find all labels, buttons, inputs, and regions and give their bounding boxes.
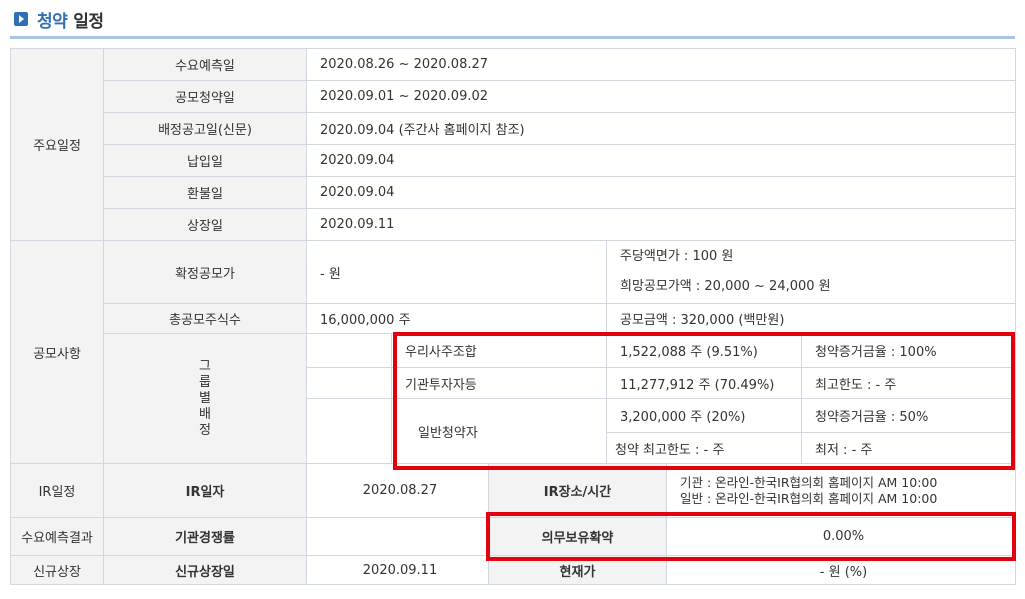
lockup-label: 의무보유확약 — [488, 517, 667, 556]
schedule-row: 배정공고일(신문) 2020.09.04 (주간사 홈페이지 참조) — [11, 112, 1016, 145]
current-price-label: 현재가 — [488, 555, 667, 585]
group-spacer — [306, 398, 392, 464]
group-name: 기관투자자등 — [391, 367, 607, 399]
group-note: 최고한도 : - 주 — [801, 367, 1016, 399]
retail-max: 청약 최고한도 : - 주 — [606, 432, 802, 464]
listing-row: 신규상장 신규상장일 2020.09.11 현재가 - 원 (%) — [10, 555, 1016, 585]
schedule-row: 납입일 2020.09.04 — [11, 144, 1016, 177]
page-title: 청약 일정 — [37, 11, 104, 32]
total-shares-value: 16,000,000 주 — [306, 303, 607, 334]
group-spacer — [306, 333, 392, 368]
listing-section-label: 신규상장 — [10, 555, 104, 585]
competition-label: 기관경쟁률 — [103, 517, 307, 556]
total-shares-label: 총공모주식수 — [103, 303, 307, 334]
competition-value — [306, 517, 489, 556]
schedule-value: 2020.08.26 ~ 2020.08.27 — [306, 48, 1016, 81]
par-value: 주당액면가 : 100 원 — [620, 249, 734, 264]
group-shares: 1,522,088 주 (9.51%) — [606, 333, 802, 368]
offering-price-row: 공모사항 확정공모가 - 원 주당액면가 : 100 원 희망공모가액 : 20… — [10, 240, 1016, 464]
schedule-label: 환불일 — [103, 176, 307, 209]
schedule-label: 상장일 — [103, 208, 307, 241]
total-shares-row: 총공모주식수 16,000,000 주 공모금액 : 320,000 (백만원) — [11, 303, 1016, 334]
section-header: 청약 일정 — [14, 8, 104, 32]
retail-min: 최저 : - 주 — [801, 432, 1016, 464]
desired-price: 희망공모가액 : 20,000 ~ 24,000 원 — [620, 279, 831, 294]
ir-place-line: 일반 : 온라인-한국IR협의회 홈페이지 AM 10:00 — [680, 490, 938, 506]
group-row: 그룹별배정 우리사주조합 1,522,088 주 (9.51%) 청약증거금율 … — [11, 333, 1016, 464]
schedule-row: 공모청약일 2020.09.01 ~ 2020.09.02 — [11, 80, 1016, 113]
schedule-value: 2020.09.04 — [306, 144, 1016, 177]
ir-date-label: IR일자 — [103, 463, 307, 518]
listing-date-label: 신규상장일 — [103, 555, 307, 585]
offering-section-label: 공모사항 — [10, 240, 104, 464]
lockup-value: 0.00% — [666, 517, 1016, 556]
schedule-value: 2020.09.04 — [306, 176, 1016, 209]
schedule-row: 환불일 2020.09.04 — [11, 176, 1016, 209]
ir-place-label: IR장소/시간 — [488, 463, 667, 518]
group-name: 우리사주조합 — [391, 333, 607, 368]
ir-row: IR일정 IR일자 2020.08.27 IR장소/시간 기관 : 온라인-한국… — [10, 463, 1016, 518]
ir-date-value: 2020.08.27 — [306, 463, 489, 518]
schedule-value: 2020.09.11 — [306, 208, 1016, 241]
group-name: 일반청약자 — [391, 398, 607, 464]
schedule-section-label: 주요일정 — [10, 48, 104, 241]
header-divider — [10, 36, 1015, 39]
ir-place-line: 기관 : 온라인-한국IR협의회 홈페이지 AM 10:00 — [680, 474, 938, 490]
group-shares: 3,200,000 주 (20%) — [606, 398, 802, 433]
confirmed-price-label: 확정공모가 — [103, 240, 307, 304]
schedule-label: 수요예측일 — [103, 48, 307, 81]
group-note: 청약증거금율 : 100% — [801, 333, 1016, 368]
group-note: 청약증거금율 : 50% — [801, 398, 1016, 433]
schedule-row: 상장일 2020.09.11 — [11, 208, 1016, 241]
schedule-label: 공모청약일 — [103, 80, 307, 113]
ir-place-value: 기관 : 온라인-한국IR협의회 홈페이지 AM 10:00 일반 : 온라인-… — [666, 463, 1016, 518]
schedule-row: 주요일정 수요예측일 2020.08.26 ~ 2020.08.27 — [10, 48, 1016, 241]
group-spacer — [306, 367, 392, 399]
schedule-label: 납입일 — [103, 144, 307, 177]
listing-date-value: 2020.09.11 — [306, 555, 489, 585]
confirmed-price-value: - 원 — [306, 240, 607, 304]
schedule-value: 2020.09.04 (주간사 홈페이지 참조) — [306, 112, 1016, 145]
group-shares: 11,277,912 주 (70.49%) — [606, 367, 802, 399]
schedule-value: 2020.09.01 ~ 2020.09.02 — [306, 80, 1016, 113]
total-amount: 공모금액 : 320,000 (백만원) — [606, 303, 1016, 334]
group-allocation-label: 그룹별배정 — [103, 333, 307, 464]
current-price-value: - 원 (%) — [666, 555, 1016, 585]
demand-row: 수요예측결과 기관경쟁률 의무보유확약 0.00% — [10, 517, 1016, 556]
ir-section-label: IR일정 — [10, 463, 104, 518]
schedule-label: 배정공고일(신문) — [103, 112, 307, 145]
subscription-schedule-table: 주요일정 수요예측일 2020.08.26 ~ 2020.08.27 공모청약일… — [10, 48, 1016, 585]
bullet-arrow-icon — [14, 12, 28, 26]
price-details: 주당액면가 : 100 원 희망공모가액 : 20,000 ~ 24,000 원 — [606, 240, 1016, 304]
demand-section-label: 수요예측결과 — [10, 517, 104, 556]
